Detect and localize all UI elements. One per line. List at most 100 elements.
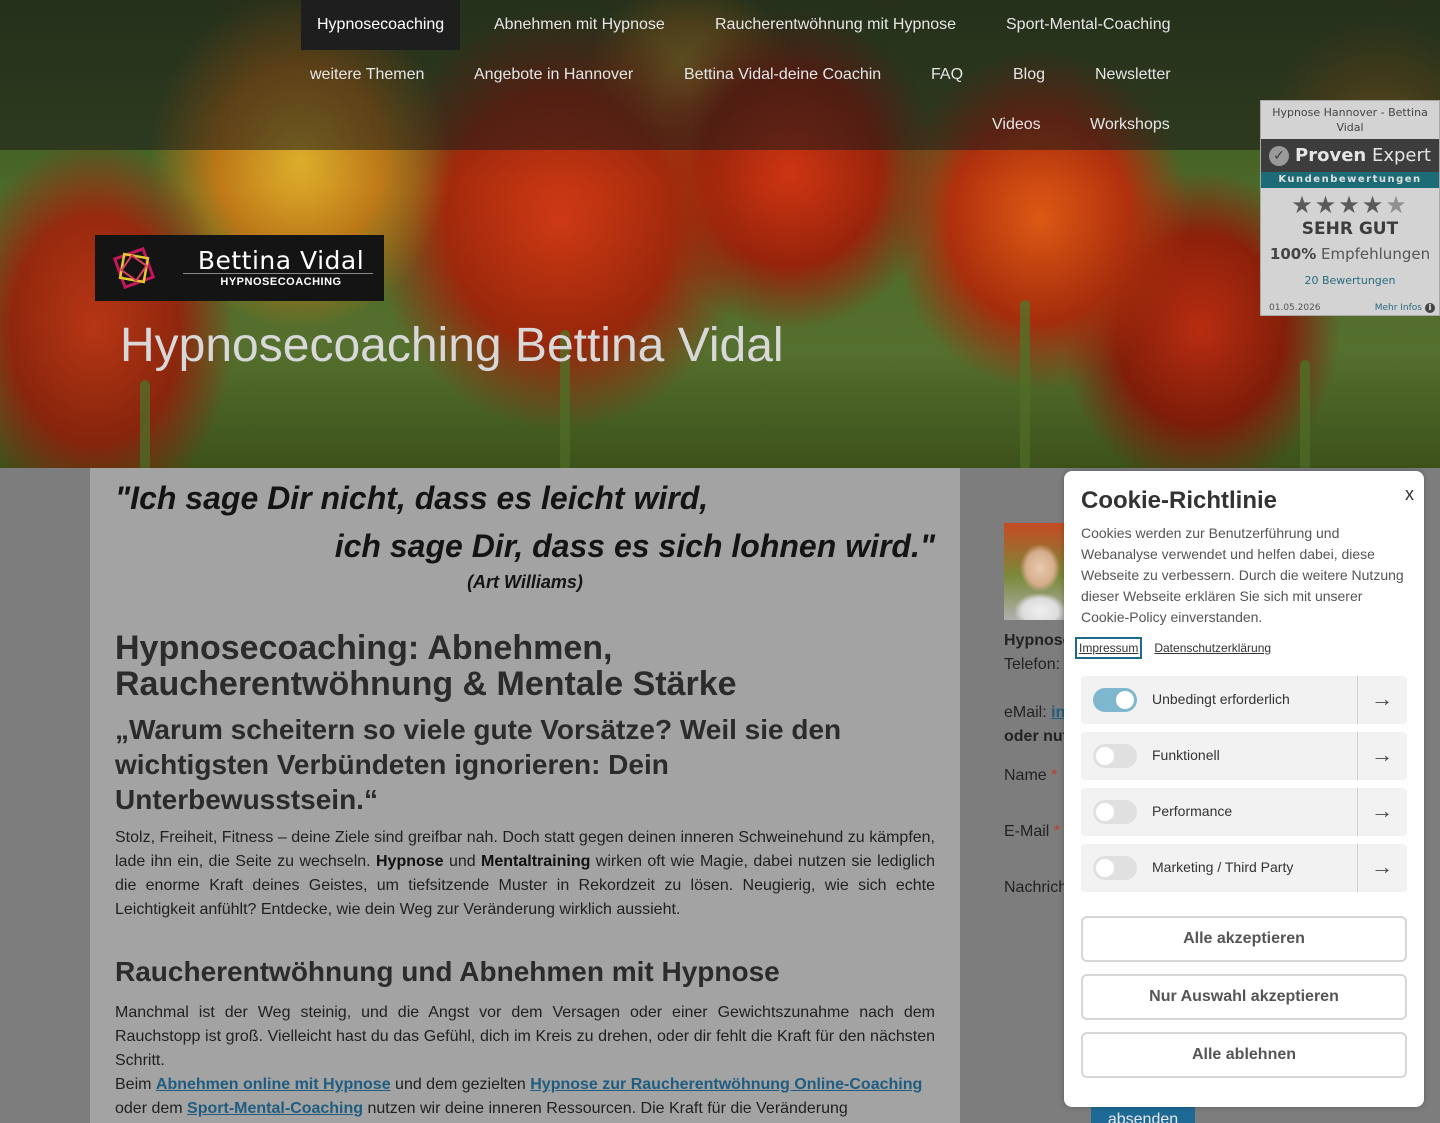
sidebar-phone: Telefon:: [1004, 656, 1061, 673]
logo-name: Bettina Vidal: [197, 246, 365, 275]
pe-recommendations: 100% Empfehlungen: [1261, 245, 1439, 263]
arrow-right-icon[interactable]: →: [1371, 854, 1393, 880]
cookie-category-performance: Performance →: [1081, 788, 1407, 836]
pe-date: 01.05.2026: [1269, 303, 1321, 313]
pe-ribbon: Kundenbewertungen: [1261, 172, 1439, 188]
category-label: Marketing / Third Party: [1152, 859, 1294, 875]
nav-item-videos[interactable]: Videos: [976, 100, 1057, 150]
pe-recommend-pct: 100%: [1269, 245, 1317, 263]
submit-button[interactable]: absenden: [1091, 1105, 1195, 1123]
cookie-category-marketing: Marketing / Third Party →: [1081, 844, 1407, 892]
divider: [1357, 788, 1358, 836]
nav-item-workshops[interactable]: Workshops: [1074, 100, 1186, 150]
nav-item-sport-mental-coaching[interactable]: Sport-Mental-Coaching: [990, 0, 1187, 50]
pe-brand-rest: Expert: [1371, 145, 1431, 166]
form-label-email: E-Mail *: [1004, 823, 1061, 840]
toggle-necessary[interactable]: [1093, 688, 1137, 712]
category-label: Unbedingt erforderlich: [1152, 691, 1290, 707]
nav-item-newsletter[interactable]: Newsletter: [1079, 50, 1187, 100]
divider: [1357, 732, 1358, 780]
divider: [1357, 844, 1358, 892]
nav-item-faq[interactable]: FAQ: [915, 50, 979, 100]
cookie-dialog: Cookie-Richtlinie x Cookies werden zur B…: [1064, 471, 1424, 1107]
cookie-links: Impressum Datenschutzerklärung: [1074, 637, 1273, 659]
quote-line-2: ich sage Dir, dass es sich lohnen wird.": [334, 528, 935, 564]
heading-quote: „Warum scheitern so viele gute Vorsätze?…: [115, 714, 842, 815]
section-paragraph: Manchmal ist der Weg steinig, und die An…: [115, 1004, 935, 1069]
logo-divider: [183, 273, 373, 274]
arrow-right-icon[interactable]: →: [1371, 798, 1393, 824]
pe-brand: ✓ Proven Expert: [1261, 139, 1439, 172]
logo-subtitle: HYPNOSECOACHING: [220, 276, 342, 288]
p3-text-d: nutzen wir deine inneren Ressourcen. Die…: [363, 1100, 848, 1117]
p1-bold-hypnose: Hypnose: [375, 853, 444, 870]
cookie-title: Cookie-Richtlinie: [1081, 487, 1278, 514]
quote-author: (Art Williams): [467, 572, 583, 592]
pe-heading: Hypnose Hannover - Bettina Vidal: [1272, 106, 1428, 134]
category-label: Performance: [1152, 803, 1233, 819]
pe-full-stars: ★★★★: [1291, 191, 1386, 219]
p3-text-b: und dem gezielten: [390, 1076, 531, 1093]
category-label: Funktionell: [1152, 747, 1220, 763]
star-rating-icon: ★★★★★: [1261, 191, 1439, 219]
reject-all-button[interactable]: Alle ablehnen: [1081, 1032, 1407, 1078]
p3-text-c: oder dem: [115, 1100, 188, 1117]
impressum-link[interactable]: Impressum: [1074, 637, 1143, 659]
required-mark: *: [1053, 823, 1061, 840]
quote-line-1: "Ich sage Dir nicht, dass es leicht wird…: [115, 480, 709, 516]
required-mark: *: [1051, 767, 1058, 784]
info-icon: i: [1425, 303, 1435, 313]
nav-item-coachin[interactable]: Bettina Vidal-deine Coachin: [668, 50, 897, 100]
sidebar-email: eMail: in: [1004, 704, 1065, 722]
close-icon[interactable]: x: [1405, 484, 1414, 505]
nav-item-blog[interactable]: Blog: [997, 50, 1061, 100]
form-label-message: Nachrich: [1004, 879, 1068, 896]
check-icon: ✓: [1269, 145, 1290, 166]
cookie-category-functional: Funktionell →: [1081, 732, 1407, 780]
pe-brand-bold: Proven: [1295, 145, 1367, 166]
cookie-description: Cookies werden zur Benutzerführung und W…: [1081, 525, 1404, 625]
pe-half-star: ★: [1385, 191, 1409, 219]
site-logo[interactable]: Bettina Vidal HYPNOSECOACHING: [95, 235, 384, 301]
p1-bold-mentaltraining: Mentaltraining: [481, 853, 591, 870]
link-abnehmen-online[interactable]: Abnehmen online mit Hypnose: [156, 1076, 391, 1093]
toggle-performance[interactable]: [1093, 800, 1137, 824]
section-heading: Raucherentwöhnung und Abnehmen mit Hypno…: [115, 956, 780, 987]
accept-all-button[interactable]: Alle akzeptieren: [1081, 916, 1407, 962]
pe-more-info[interactable]: Mehr Infos i: [1375, 303, 1435, 313]
main-content: "Ich sage Dir nicht, dass es leicht wird…: [90, 468, 960, 1123]
logo-mark-icon: [112, 246, 156, 290]
pe-footer: 01.05.2026 Mehr Infos i: [1269, 303, 1435, 313]
page-heading: Hypnosecoaching: Abnehmen, Raucherentwöh…: [115, 629, 737, 703]
proven-expert-widget[interactable]: Hypnose Hannover - Bettina Vidal ✓ Prove…: [1260, 100, 1440, 316]
intro-paragraph: Stolz, Freiheit, Fitness – deine Ziele s…: [115, 826, 935, 922]
nav-item-abnehmen[interactable]: Abnehmen mit Hypnose: [478, 0, 681, 50]
arrow-right-icon[interactable]: →: [1371, 686, 1393, 712]
toggle-marketing[interactable]: [1093, 856, 1137, 880]
link-sport-mental-coaching[interactable]: Sport-Mental-Coaching: [187, 1100, 363, 1117]
sidebar-name: Hypnose: [1004, 632, 1072, 649]
pe-recommend-label: Empfehlungen: [1321, 245, 1431, 263]
main-navigation: Hypnosecoaching Abnehmen mit Hypnose Rau…: [0, 0, 1440, 150]
hero-title: Hypnosecoaching Bettina Vidal: [120, 319, 784, 372]
accept-selection-button[interactable]: Nur Auswahl akzeptieren: [1081, 974, 1407, 1020]
toggle-functional[interactable]: [1093, 744, 1137, 768]
p3-text-a: Beim: [115, 1076, 156, 1093]
pe-more-label: Mehr Infos: [1374, 303, 1422, 313]
nav-item-angebote[interactable]: Angebote in Hannover: [458, 50, 649, 100]
nav-item-hypnosecoaching[interactable]: Hypnosecoaching: [301, 0, 461, 50]
pe-review-count[interactable]: 20 Bewertungen: [1261, 274, 1439, 287]
link-raucherentwoehnung-online[interactable]: Hypnose zur Raucherentwöhnung Online-Coa…: [530, 1076, 922, 1093]
sidebar-or: oder nut: [1004, 728, 1068, 745]
sidebar-email-label: eMail:: [1004, 704, 1047, 721]
arrow-right-icon[interactable]: →: [1371, 742, 1393, 768]
p1-text-c: und: [443, 853, 482, 870]
links-paragraph: Beim Abnehmen online mit Hypnose und dem…: [115, 1073, 935, 1121]
pe-rating-text: SEHR GUT: [1301, 219, 1399, 239]
form-label-name: Name *: [1004, 767, 1058, 784]
divider: [1357, 676, 1358, 724]
nav-item-raucherentwoehnung[interactable]: Raucherentwöhnung mit Hypnose: [699, 0, 972, 50]
privacy-link[interactable]: Datenschutzerklärung: [1152, 639, 1273, 657]
nav-item-weitere-themen[interactable]: weitere Themen: [294, 50, 440, 100]
cookie-category-necessary: Unbedingt erforderlich →: [1081, 676, 1407, 724]
